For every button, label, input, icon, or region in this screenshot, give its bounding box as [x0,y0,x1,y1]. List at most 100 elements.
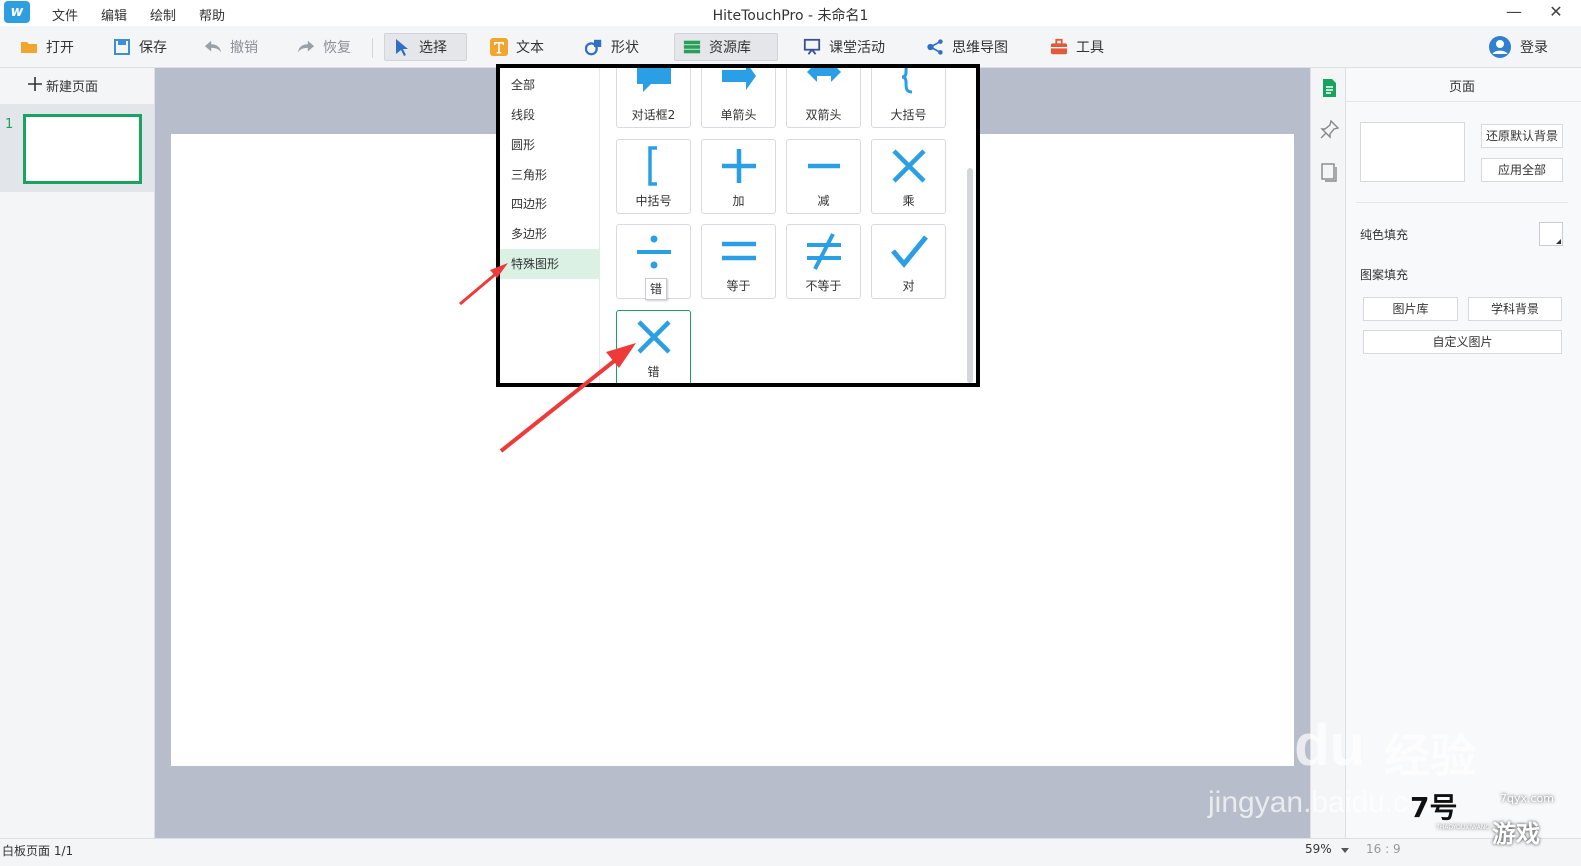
undo-button[interactable]: 撤销 [196,33,266,61]
shape-single-arrow[interactable]: 单箭头 [701,68,776,128]
menu-help[interactable]: 帮助 [199,5,225,24]
shape-library-popup: 全部 线段 圆形 三角形 四边形 多边形 特殊图形 对话框2 单箭头 双箭头 大… [496,64,980,387]
properties-title: 页面 [1448,80,1475,95]
pages-panel: 新建页面 1 [0,68,155,838]
speech-bubble-icon [637,68,671,92]
new-page-label: 新建页面 [46,80,99,95]
aspect-ratio[interactable]: 16 : 9 [1366,842,1401,856]
redo-arrow-icon [297,38,315,56]
menu-file[interactable]: 文件 [52,5,78,24]
shape-label: 双箭头 [805,108,842,122]
select-button[interactable]: 选择 [384,33,467,61]
shape-tooltip: 错 [645,278,667,300]
cursor-arrow-icon [393,38,411,56]
multiply-icon [892,149,926,183]
image-library-button[interactable]: 图片库 [1363,297,1458,321]
toolbar-divider [372,38,373,58]
shape-equals[interactable]: 等于 [701,224,776,299]
category-circles[interactable]: 圆形 [500,130,600,160]
menu-draw[interactable]: 绘制 [150,5,176,24]
double-arrow-icon [807,68,841,82]
shape-label: 等于 [726,279,751,293]
subject-background-button[interactable]: 学科背景 [1468,297,1562,321]
side-icon-strip [1310,68,1346,838]
page-number: 1 [5,117,14,132]
shape-double-arrow[interactable]: 双箭头 [786,68,861,128]
minimize-button[interactable]: — [1494,0,1534,26]
properties-divider [1346,101,1581,102]
shape-speech-bubble[interactable]: 对话框2 [616,68,691,128]
page-settings-icon[interactable] [1319,78,1339,98]
shape-label: 形状 [611,40,639,56]
cross-icon [637,320,671,354]
tools-label: 工具 [1076,40,1104,56]
shape-cross[interactable]: 错 [616,310,691,383]
undo-label: 撤销 [230,40,258,56]
shape-grid: 对话框2 单箭头 双箭头 大括号 中括号 加 减 乘 等于 不等于 对 错 [600,68,964,383]
shape-multiply[interactable]: 乘 [871,139,946,214]
category-lines[interactable]: 线段 [500,100,600,130]
tools-button[interactable]: 工具 [1042,33,1112,61]
presentation-board-icon [803,38,821,56]
shape-check[interactable]: 对 [871,224,946,299]
background-preview [1360,122,1465,182]
shape-label: 大括号 [890,108,927,122]
not-equal-icon [807,233,841,270]
redo-button[interactable]: 恢复 [289,33,359,61]
toolbox-icon [1050,38,1068,56]
resources-label: 资源库 [709,40,751,56]
category-triangles[interactable]: 三角形 [500,160,600,190]
mindmap-label: 思维导图 [952,40,1008,56]
pin-icon[interactable] [1319,119,1340,140]
redo-label: 恢复 [323,40,351,56]
shape-minus[interactable]: 减 [786,139,861,214]
shape-label: 乘 [902,194,915,208]
plus-icon [722,149,756,183]
open-button[interactable]: 打开 [12,33,82,61]
popup-scrollbar[interactable] [967,168,973,383]
pattern-fill-label: 图案填充 [1360,268,1409,282]
shape-label: 错 [647,365,660,379]
shape-curly-brace[interactable]: 大括号 [871,68,946,128]
category-all[interactable]: 全部 [500,70,600,100]
shape-category-list: 全部 线段 圆形 三角形 四边形 多边形 特殊图形 [500,68,600,383]
mindmap-button[interactable]: 思维导图 [918,33,1016,61]
shape-label: 加 [732,194,745,208]
zoom-level[interactable]: 59% [1305,842,1332,856]
page-thumbnail[interactable] [23,114,142,184]
shape-label: 对 [902,279,915,293]
resources-button[interactable]: 资源库 [674,33,778,61]
user-avatar-icon [1488,35,1512,59]
text-button[interactable]: 文本 [482,33,552,61]
close-button[interactable]: ✕ [1536,0,1576,26]
shape-button[interactable]: 形状 [577,33,647,61]
zoom-dropdown-icon[interactable] [1341,848,1349,853]
apply-all-button[interactable]: 应用全部 [1481,158,1563,182]
shape-label: 不等于 [805,279,842,293]
shape-label: 中括号 [635,194,672,208]
menu-edit[interactable]: 编辑 [101,5,127,24]
reset-background-button[interactable]: 还原默认背景 [1481,124,1563,148]
category-polygons[interactable]: 多边形 [500,219,600,249]
page-thumbnail-row[interactable]: 1 [0,104,154,192]
text-t-icon [490,38,508,56]
solid-fill-label: 纯色填充 [1360,228,1409,242]
custom-image-button[interactable]: 自定义图片 [1363,330,1562,354]
window-title: HiteTouchPro - 未命名1 [712,8,869,24]
new-page-button[interactable]: 新建页面 [28,76,98,95]
shape-square-bracket[interactable]: 中括号 [616,139,691,214]
save-button[interactable]: 保存 [105,33,175,61]
class-activity-button[interactable]: 课堂活动 [795,33,893,61]
shape-not-equal[interactable]: 不等于 [786,224,861,299]
login-button[interactable]: 登录 [1480,33,1556,61]
category-special-shapes[interactable]: 特殊图形 [500,249,600,279]
shape-plus[interactable]: 加 [701,139,776,214]
single-arrow-icon [722,68,756,90]
equals-icon [722,241,756,261]
status-bar: 白板页面 1/1 59% 16 : 9 [0,838,1581,866]
properties-panel: 页面 还原默认背景 应用全部 纯色填充 图案填充 图片库 学科背景 自定义图片 [1346,68,1581,838]
fill-color-picker[interactable] [1539,222,1563,246]
layers-icon[interactable] [1319,162,1339,182]
plus-icon [28,76,42,95]
category-quadrilaterals[interactable]: 四边形 [500,189,600,219]
